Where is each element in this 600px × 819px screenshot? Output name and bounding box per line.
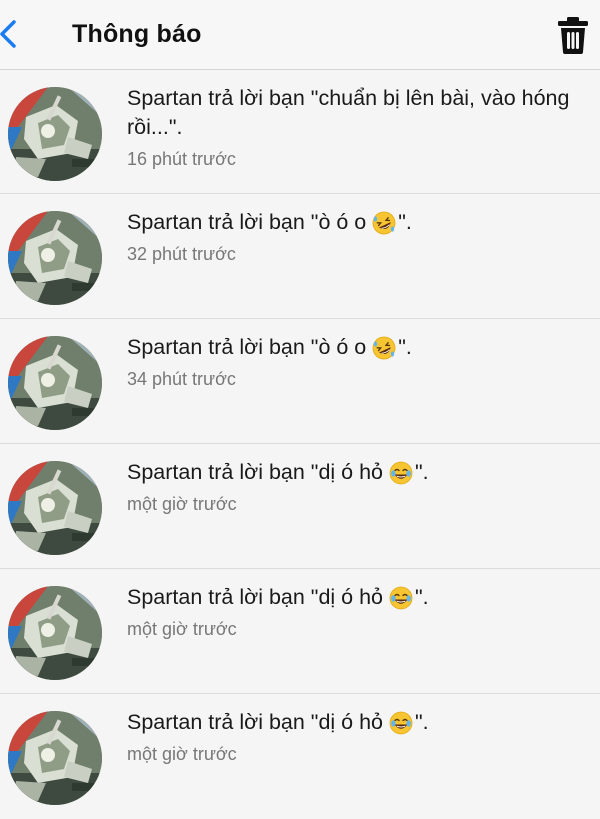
delete-all-button[interactable] xyxy=(556,15,590,55)
notification-time: 32 phút trước xyxy=(127,244,236,264)
notification-time: một giờ trước xyxy=(127,744,237,764)
avatar xyxy=(8,461,102,555)
notification-time: một giờ trước xyxy=(127,619,237,639)
chevron-left-icon xyxy=(0,20,16,48)
notification-time: 16 phút trước xyxy=(127,149,236,169)
notification-item[interactable]: Spartan trả lời bạn "ò ó o ". 34 phút tr… xyxy=(0,319,600,444)
avatar xyxy=(8,711,102,805)
notification-item[interactable]: Spartan trả lời bạn "dị ó hỏ ". một giờ … xyxy=(0,444,600,569)
notification-message: Spartan trả lời bạn "ò ó o ". xyxy=(127,333,580,362)
notification-item[interactable]: Spartan trả lời bạn "chuẩn bị lên bài, v… xyxy=(0,70,600,194)
notification-item[interactable]: Spartan trả lời bạn "ò ó o ". 32 phút tr… xyxy=(0,194,600,319)
notification-time: một giờ trước xyxy=(127,494,237,514)
avatar xyxy=(8,586,102,680)
tears-of-joy-emoji xyxy=(389,711,413,735)
avatar xyxy=(8,87,102,181)
avatar xyxy=(8,211,102,305)
trash-icon xyxy=(558,17,588,54)
tears-of-joy-emoji xyxy=(389,461,413,485)
notification-message: Spartan trả lời bạn "chuẩn bị lên bài, v… xyxy=(127,86,570,139)
avatar xyxy=(8,336,102,430)
notification-message: Spartan trả lời bạn "dị ó hỏ ". xyxy=(127,460,429,485)
page-title: Thông báo xyxy=(72,20,202,48)
notification-item[interactable]: Spartan trả lời bạn "dị ó hỏ ". một giờ … xyxy=(0,569,600,694)
rolling-laughing-emoji xyxy=(372,211,396,235)
notification-message: Spartan trả lời bạn "dị ó hỏ ". xyxy=(127,710,429,735)
notification-item[interactable]: Spartan trả lời bạn "dị ó hỏ ". một giờ … xyxy=(0,694,600,819)
back-button[interactable] xyxy=(0,14,22,54)
top-bar: Thông báo xyxy=(0,0,600,70)
notification-time: 34 phút trước xyxy=(127,369,236,389)
notification-message: Spartan trả lời bạn "dị ó hỏ ". xyxy=(127,585,429,610)
rolling-laughing-emoji xyxy=(372,336,396,360)
tears-of-joy-emoji xyxy=(389,586,413,610)
notification-list: Spartan trả lời bạn "chuẩn bị lên bài, v… xyxy=(0,70,600,819)
notification-message: Spartan trả lời bạn "ò ó o ". xyxy=(127,208,580,237)
